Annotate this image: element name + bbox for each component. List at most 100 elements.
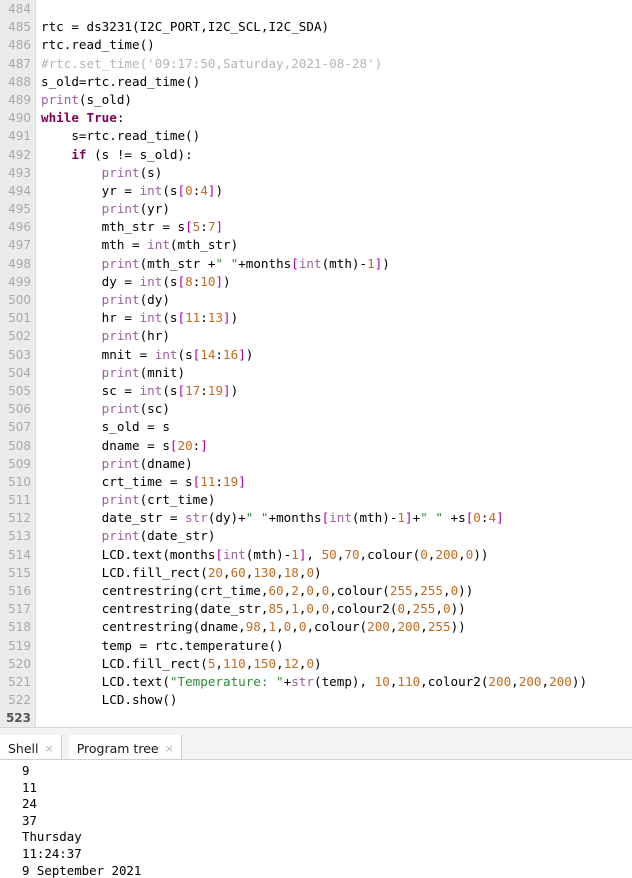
code-line[interactable]: LCD.show()	[37, 691, 632, 709]
code-token-num: 20	[207, 564, 223, 580]
code-line[interactable]: mnit = int(s[14:16])	[37, 346, 632, 364]
code-line[interactable]: sc = int(s[17:19])	[37, 382, 632, 400]
code-line[interactable]: while True:	[37, 109, 632, 127]
code-token-pl: mth =	[41, 237, 148, 253]
code-token-num: 0	[185, 182, 193, 198]
code-token-pl: LCD.text(	[41, 673, 170, 689]
code-line[interactable]	[37, 709, 632, 727]
code-line[interactable]: print(sc)	[37, 400, 632, 418]
code-token-pl: (mth)-	[245, 546, 292, 562]
code-token-bi: print	[101, 455, 140, 471]
code-line[interactable]: mth = int(mth_str)	[37, 236, 632, 254]
code-token-bi: str	[291, 673, 314, 689]
code-token-br: [	[177, 382, 186, 398]
shell-output-panel[interactable]: 9 11 24 37 Thursday 11:24:37 9 September 2021	[0, 760, 632, 878]
code-line[interactable]: print(hr)	[37, 327, 632, 345]
code-token-pl: (yr)	[139, 201, 170, 217]
close-icon[interactable]: ×	[45, 743, 54, 754]
code-line[interactable]: LCD.text(months[int(mth)-1], 50,70,colou…	[37, 546, 632, 564]
code-line[interactable]: print(s)	[37, 164, 632, 182]
code-line[interactable]: print(date_str)	[37, 527, 632, 545]
line-number: 499	[8, 274, 31, 289]
code-token-num: 10	[200, 273, 216, 289]
code-token-pl: (s	[162, 182, 178, 198]
code-token-pl: (s	[162, 310, 178, 326]
line-number: 516	[8, 584, 31, 598]
code-token-bi: print	[101, 201, 140, 217]
code-token-num: 20	[177, 437, 193, 453]
shell-output-line: 37	[22, 812, 37, 828]
code-token-num: 0	[306, 583, 315, 598]
code-line[interactable]: hr = int(s[11:13])	[37, 309, 632, 327]
code-token-num: 200	[518, 673, 542, 689]
code-line[interactable]: print(dy)	[37, 291, 632, 309]
code-line[interactable]: date_str = str(dy)+" "+months[int(mth)-1…	[37, 509, 632, 527]
code-token-num: 19	[207, 382, 224, 398]
code-line[interactable]: dy = int(s[8:10])	[37, 273, 632, 291]
code-line[interactable]: centrestring(date_str,85,1,0,0,colour2(0…	[37, 600, 632, 618]
code-token-pl: ,colour(	[359, 546, 421, 562]
code-line[interactable]: rtc.read_time()	[37, 36, 632, 54]
code-line[interactable]	[37, 0, 632, 18]
code-line[interactable]: print(dname)	[37, 455, 632, 473]
code-token-num: 17	[185, 382, 201, 398]
code-line[interactable]: dname = s[20:]	[37, 437, 632, 455]
code-token-pl: sc =	[41, 382, 140, 398]
code-line[interactable]: centrestring(dname,98,1,0,0,colour(200,2…	[37, 618, 632, 636]
code-token-br: [	[177, 273, 186, 289]
code-line[interactable]: LCD.text("Temperature: "+str(temp), 10,1…	[37, 673, 632, 691]
code-token-num: 200	[367, 619, 390, 635]
code-token-bi: int	[147, 237, 170, 253]
code-line[interactable]: print(mnit)	[37, 364, 632, 382]
code-line[interactable]: mth_str = s[5:7]	[37, 218, 632, 236]
code-line[interactable]: #rtc.set_time('09:17:50,Saturday,2021-08…	[37, 55, 632, 73]
code-line[interactable]: if (s != s_old):	[37, 146, 632, 164]
code-token-pl: ,	[215, 655, 223, 671]
code-line[interactable]: print(mth_str +" "+months[int(mth)-1])	[37, 255, 632, 273]
code-line[interactable]: s_old=rtc.read_time()	[37, 73, 632, 91]
code-line[interactable]: print(s_old)	[37, 91, 632, 109]
code-line[interactable]: LCD.fill_rect(5,110,150,12,0)	[37, 655, 632, 673]
tab-shell[interactable]: Shell ×	[0, 735, 62, 761]
code-token-num: 11	[185, 310, 201, 326]
code-token-num: 200	[397, 619, 421, 635]
code-line[interactable]: temp = rtc.temperature()	[37, 637, 632, 655]
code-token-kw: while True	[41, 110, 117, 126]
code-editor[interactable]: 484 485 486 487 488 489 490 491 492 493 494 495 496 4…	[0, 0, 632, 727]
code-token-pl: (mth_str +	[139, 255, 216, 271]
code-token-bi: print	[101, 292, 140, 307]
code-token-num: 0	[473, 510, 481, 526]
code-line[interactable]: LCD.fill_rect(20,60,130,18,0)	[37, 564, 632, 582]
shell-output-line: 11:24:37	[22, 845, 82, 861]
code-line[interactable]: rtc = ds3231(I2C_PORT,I2C_SCL,I2C_SDA)	[37, 18, 632, 36]
code-line[interactable]: centrestring(crt_time,60,2,0,0,colour(25…	[37, 582, 632, 600]
tab-label: Program tree	[76, 740, 159, 756]
code-token-num: 255	[412, 601, 436, 617]
tab-program-tree[interactable]: Program tree ×	[68, 735, 182, 761]
code-line[interactable]: s=rtc.read_time()	[37, 127, 632, 145]
code-line[interactable]: s_old = s	[37, 418, 632, 436]
code-line[interactable]: print(crt_time)	[37, 491, 632, 509]
code-token-br: ]	[200, 437, 208, 453]
code-token-num: 0	[442, 601, 451, 617]
code-line[interactable]: crt_time = s[11:19]	[37, 473, 632, 491]
code-line[interactable]: print(yr)	[37, 200, 632, 218]
code-token-pl: (mnit)	[139, 364, 186, 380]
code-token-pl: LCD.fill_rect(	[41, 655, 208, 671]
code-token-str: " "	[420, 510, 443, 526]
code-token-pl: ,colour2(	[420, 673, 489, 689]
code-token-br: ]	[238, 473, 246, 489]
code-token-pl: ))	[473, 546, 489, 562]
code-token-br: ]	[496, 510, 504, 526]
code-token-pl: +months	[268, 510, 322, 526]
code-line[interactable]: yr = int(s[0:4])	[37, 182, 632, 200]
close-icon[interactable]: ×	[165, 743, 174, 754]
code-text-area[interactable]: rtc = ds3231(I2C_PORT,I2C_SCL,I2C_SDA) rt…	[37, 0, 632, 727]
line-number: 517	[8, 602, 31, 617]
line-number: 496	[8, 220, 31, 235]
